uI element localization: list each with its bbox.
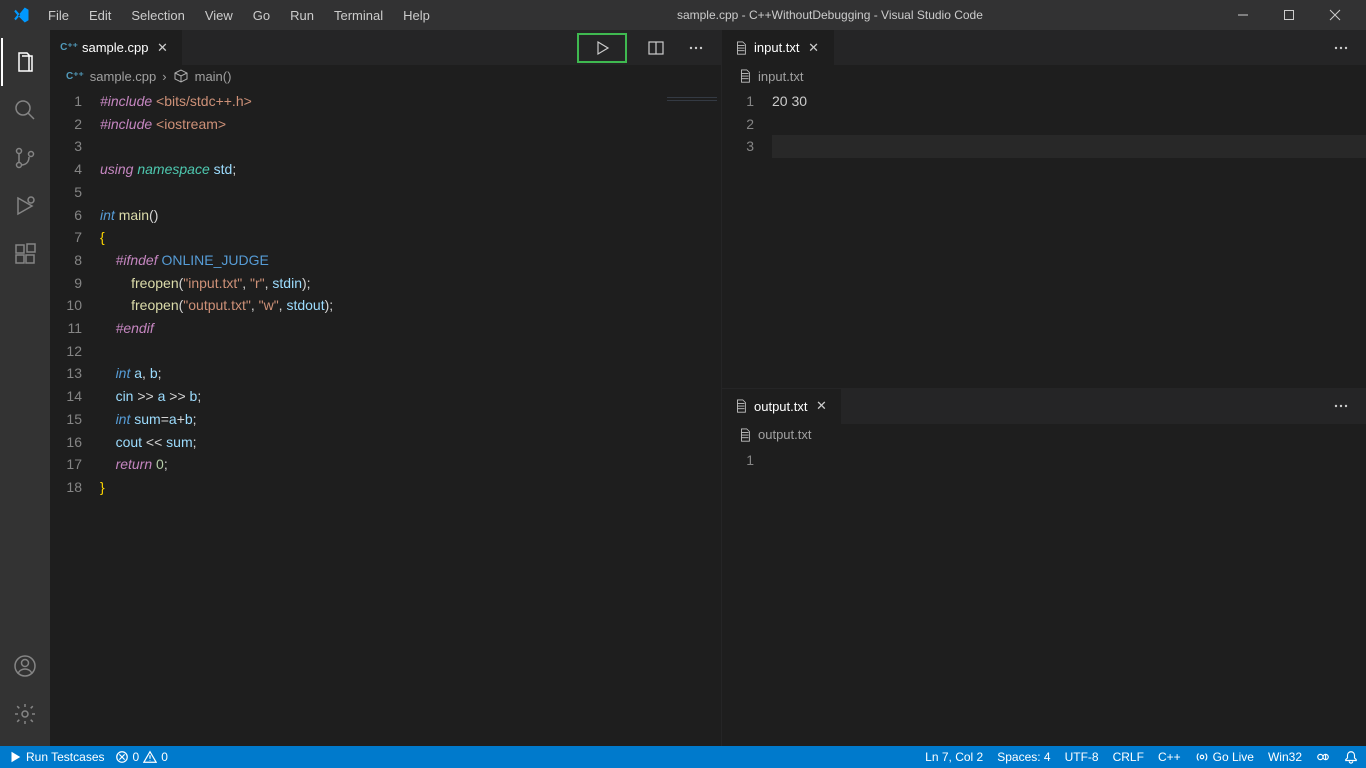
language-button[interactable]: C++ bbox=[1158, 750, 1181, 764]
main-content: C⁺⁺ sample.cpp ✕ C⁺⁺ sample.cpp › main() bbox=[0, 30, 1366, 746]
more-actions-button[interactable] bbox=[1330, 37, 1352, 59]
breadcrumb-input[interactable]: input.txt bbox=[722, 65, 1366, 87]
tab-label: output.txt bbox=[754, 399, 807, 414]
tab-row-left: C⁺⁺ sample.cpp ✕ bbox=[50, 30, 721, 65]
run-testcases-button[interactable]: Run Testcases bbox=[8, 750, 105, 764]
tab-output-txt[interactable]: output.txt ✕ bbox=[722, 389, 841, 424]
breadcrumb-output[interactable]: output.txt bbox=[722, 424, 1366, 446]
file-icon bbox=[738, 69, 752, 83]
tab-input-txt[interactable]: input.txt ✕ bbox=[722, 30, 834, 65]
close-button[interactable] bbox=[1312, 0, 1358, 30]
editor-area: C⁺⁺ sample.cpp ✕ C⁺⁺ sample.cpp › main() bbox=[50, 30, 1366, 746]
run-button-highlight bbox=[577, 33, 627, 63]
close-icon[interactable]: ✕ bbox=[806, 40, 822, 56]
tab-row-output: output.txt ✕ bbox=[722, 389, 1366, 424]
editor-group-right: input.txt ✕ input.txt 123 20 30 bbox=[721, 30, 1366, 746]
window-controls bbox=[1220, 0, 1358, 30]
vscode-logo-icon bbox=[12, 6, 30, 24]
golive-button[interactable]: Go Live bbox=[1195, 750, 1254, 764]
more-actions-button[interactable] bbox=[1330, 395, 1352, 417]
minimap[interactable] bbox=[661, 87, 721, 746]
settings-activity-icon[interactable] bbox=[1, 690, 49, 738]
error-count: 0 bbox=[133, 750, 140, 764]
search-activity-icon[interactable] bbox=[1, 86, 49, 134]
run-button[interactable] bbox=[591, 37, 613, 59]
window-title: sample.cpp - C++WithoutDebugging - Visua… bbox=[440, 8, 1220, 22]
feedback-button[interactable] bbox=[1316, 750, 1330, 764]
menu-item-help[interactable]: Help bbox=[393, 4, 440, 27]
tab-label: input.txt bbox=[754, 40, 800, 55]
menu-bar: FileEditSelectionViewGoRunTerminalHelp bbox=[38, 4, 440, 27]
maximize-button[interactable] bbox=[1266, 0, 1312, 30]
line-numbers: 123 bbox=[722, 87, 772, 388]
breadcrumb-file: output.txt bbox=[758, 427, 811, 442]
indentation-button[interactable]: Spaces: 4 bbox=[997, 750, 1050, 764]
menu-item-file[interactable]: File bbox=[38, 4, 79, 27]
cube-icon bbox=[173, 68, 189, 84]
tab-label: sample.cpp bbox=[82, 40, 148, 55]
editor-group-left: C⁺⁺ sample.cpp ✕ C⁺⁺ sample.cpp › main() bbox=[50, 30, 721, 746]
encoding-button[interactable]: UTF-8 bbox=[1065, 750, 1099, 764]
more-actions-button[interactable] bbox=[685, 37, 707, 59]
code-content[interactable]: 20 30 bbox=[772, 87, 1366, 388]
menu-item-edit[interactable]: Edit bbox=[79, 4, 121, 27]
breadcrumb-file: sample.cpp bbox=[90, 69, 156, 84]
menu-item-selection[interactable]: Selection bbox=[121, 4, 194, 27]
file-icon bbox=[734, 41, 748, 55]
run-testcases-label: Run Testcases bbox=[26, 750, 105, 764]
source-control-activity-icon[interactable] bbox=[1, 134, 49, 182]
warning-count: 0 bbox=[161, 750, 168, 764]
code-editor-left[interactable]: 123456789101112131415161718 #include <bi… bbox=[50, 87, 721, 746]
minimize-button[interactable] bbox=[1220, 0, 1266, 30]
chevron-right-icon: › bbox=[162, 69, 166, 84]
tab-row-input: input.txt ✕ bbox=[722, 30, 1366, 65]
menu-item-view[interactable]: View bbox=[195, 4, 243, 27]
breadcrumb-symbol: main() bbox=[195, 69, 232, 84]
cpp-file-icon: C⁺⁺ bbox=[62, 41, 76, 55]
menu-item-terminal[interactable]: Terminal bbox=[324, 4, 393, 27]
title-bar: FileEditSelectionViewGoRunTerminalHelp s… bbox=[0, 0, 1366, 30]
close-icon[interactable]: ✕ bbox=[154, 40, 170, 56]
eol-button[interactable]: CRLF bbox=[1113, 750, 1144, 764]
status-bar: Run Testcases 0 0 Ln 7, Col 2 Spaces: 4 … bbox=[0, 746, 1366, 768]
platform-button[interactable]: Win32 bbox=[1268, 750, 1302, 764]
menu-item-run[interactable]: Run bbox=[280, 4, 324, 27]
code-content[interactable] bbox=[772, 446, 1366, 747]
editor-input-txt: input.txt ✕ input.txt 123 20 30 bbox=[721, 30, 1366, 389]
cursor-position[interactable]: Ln 7, Col 2 bbox=[925, 750, 983, 764]
file-icon bbox=[734, 399, 748, 413]
editor-output-txt: output.txt ✕ output.txt 1 bbox=[721, 389, 1366, 747]
extensions-activity-icon[interactable] bbox=[1, 230, 49, 278]
run-debug-activity-icon[interactable] bbox=[1, 182, 49, 230]
split-editor-button[interactable] bbox=[645, 37, 667, 59]
accounts-activity-icon[interactable] bbox=[1, 642, 49, 690]
tab-sample-cpp[interactable]: C⁺⁺ sample.cpp ✕ bbox=[50, 30, 182, 65]
code-content[interactable]: #include <bits/stdc++.h>#include <iostre… bbox=[100, 87, 661, 746]
cpp-file-icon: C⁺⁺ bbox=[66, 71, 84, 82]
line-numbers: 1 bbox=[722, 446, 772, 747]
notifications-button[interactable] bbox=[1344, 750, 1358, 764]
code-editor-input[interactable]: 123 20 30 bbox=[722, 87, 1366, 388]
code-editor-output[interactable]: 1 bbox=[722, 446, 1366, 747]
close-icon[interactable]: ✕ bbox=[813, 398, 829, 414]
activity-bar bbox=[0, 30, 50, 746]
line-numbers: 123456789101112131415161718 bbox=[50, 87, 100, 746]
problems-button[interactable]: 0 0 bbox=[115, 750, 168, 764]
breadcrumb-file: input.txt bbox=[758, 69, 804, 84]
file-icon bbox=[738, 428, 752, 442]
breadcrumb-left[interactable]: C⁺⁺ sample.cpp › main() bbox=[50, 65, 721, 87]
menu-item-go[interactable]: Go bbox=[243, 4, 280, 27]
explorer-activity-icon[interactable] bbox=[1, 38, 49, 86]
